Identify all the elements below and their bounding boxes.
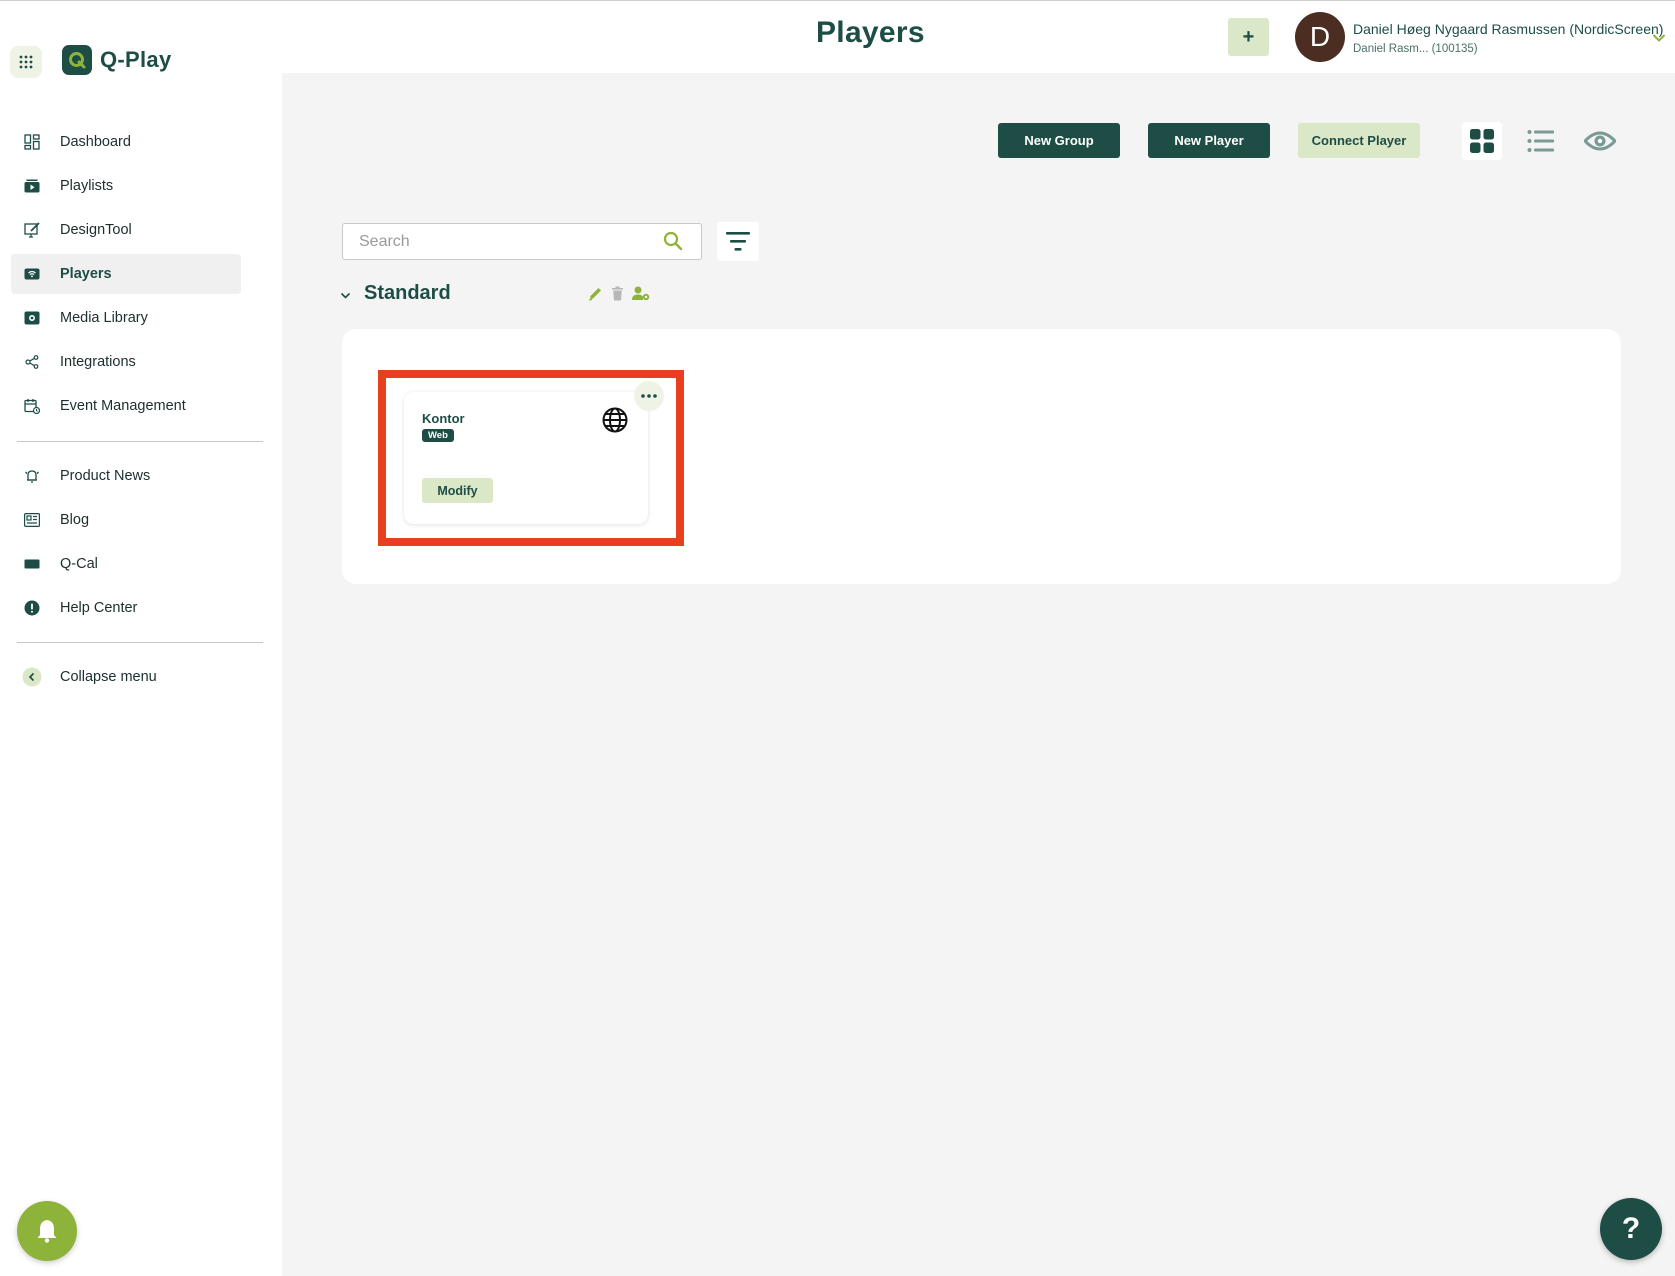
more-icon [641, 394, 657, 398]
media-library-icon [17, 311, 47, 325]
sidebar-item-dashboard[interactable]: Dashboard [11, 122, 241, 162]
group-collapse-chevron-down-icon[interactable] [340, 287, 351, 305]
group-title: Standard [364, 282, 451, 304]
sidebar-divider [17, 642, 263, 643]
event-management-icon [17, 398, 47, 414]
collapse-menu-button[interactable]: Collapse menu [11, 657, 241, 697]
new-player-button[interactable]: New Player [1148, 123, 1270, 158]
help-button[interactable]: ? [1600, 1198, 1662, 1260]
sidebar-item-label: Playlists [60, 178, 114, 194]
bell-icon [37, 1220, 57, 1243]
sidebar-item-product-news[interactable]: Product News [11, 456, 241, 496]
new-group-button[interactable]: New Group [998, 123, 1120, 158]
sidebar-item-label: Q-Cal [60, 556, 98, 572]
search-icon[interactable] [663, 231, 683, 256]
group-actions [588, 286, 650, 306]
sidebar-item-label: Event Management [60, 398, 186, 414]
apps-grid-button[interactable] [10, 46, 42, 78]
qcal-icon [17, 559, 47, 569]
sidebar-item-players[interactable]: Players [11, 254, 241, 294]
sidebar-item-label: Players [60, 266, 112, 282]
sidebar-item-media-library[interactable]: Media Library [11, 298, 241, 338]
sidebar-item-qcal[interactable]: Q-Cal [11, 544, 241, 584]
add-button[interactable]: + [1228, 18, 1269, 56]
eye-icon [1584, 131, 1616, 151]
sidebar-item-blog[interactable]: Blog [11, 500, 241, 540]
group-user-settings-icon[interactable] [632, 286, 650, 306]
player-card[interactable]: Kontor Web Modify [404, 381, 664, 524]
edit-group-pencil-icon[interactable] [588, 286, 603, 306]
sidebar-divider [17, 441, 263, 442]
modify-button[interactable]: Modify [422, 478, 493, 503]
sidebar-item-label: Product News [60, 468, 151, 484]
player-name: Kontor [422, 411, 465, 426]
list-view-button[interactable] [1521, 122, 1561, 160]
user-menu-chevron-down-icon[interactable] [1652, 30, 1666, 48]
user-account: Daniel Rasm... (100135) [1353, 43, 1478, 55]
integrations-icon [17, 355, 47, 369]
designtool-icon [17, 222, 47, 238]
apps-grid-icon [19, 55, 33, 69]
list-view-icon [1527, 130, 1554, 152]
blog-icon [17, 513, 47, 527]
sidebar: Q-Play Dashboard Playlists DesignTool Pl… [0, 1, 282, 1276]
playlists-icon [17, 179, 47, 193]
sidebar-item-label: Integrations [60, 354, 136, 370]
top-header [282, 1, 1675, 73]
help-center-icon [17, 600, 47, 616]
globe-icon [602, 407, 628, 438]
filter-icon [726, 231, 750, 251]
sidebar-item-label: Blog [60, 512, 90, 528]
filter-button[interactable] [717, 222, 759, 261]
grid-view-button[interactable] [1462, 122, 1502, 160]
connect-player-button[interactable]: Connect Player [1298, 123, 1420, 158]
player-type-badge: Web [422, 429, 454, 442]
sidebar-item-label: Media Library [60, 310, 148, 326]
chevron-left-icon [17, 667, 47, 687]
qplay-logo-icon [62, 45, 92, 75]
search-box [342, 223, 702, 260]
search-input[interactable] [343, 224, 653, 259]
user-name[interactable]: Daniel Høeg Nygaard Rasmussen (NordicScr… [1353, 21, 1663, 37]
sidebar-item-designtool[interactable]: DesignTool [11, 210, 241, 250]
delete-group-trash-icon[interactable] [611, 286, 624, 306]
sidebar-item-integrations[interactable]: Integrations [11, 342, 241, 382]
sidebar-item-event-management[interactable]: Event Management [11, 386, 241, 426]
sidebar-item-label: Dashboard [60, 134, 131, 150]
product-news-icon [17, 468, 47, 484]
sidebar-item-help-center[interactable]: Help Center [11, 588, 241, 628]
app-logo[interactable]: Q-Play [62, 45, 172, 75]
players-icon [17, 268, 47, 280]
sidebar-item-label: DesignTool [60, 222, 132, 238]
preview-button[interactable] [1580, 122, 1620, 160]
grid-view-icon [1470, 129, 1494, 153]
sidebar-item-playlists[interactable]: Playlists [11, 166, 241, 206]
collapse-menu-label: Collapse menu [60, 669, 157, 685]
avatar[interactable]: D [1295, 12, 1345, 62]
dashboard-icon [17, 134, 47, 150]
sidebar-item-label: Help Center [60, 600, 138, 616]
page-title: Players [816, 16, 925, 49]
app-logo-text: Q-Play [100, 47, 172, 72]
more-options-button[interactable] [634, 381, 664, 411]
notifications-button[interactable] [17, 1201, 77, 1261]
